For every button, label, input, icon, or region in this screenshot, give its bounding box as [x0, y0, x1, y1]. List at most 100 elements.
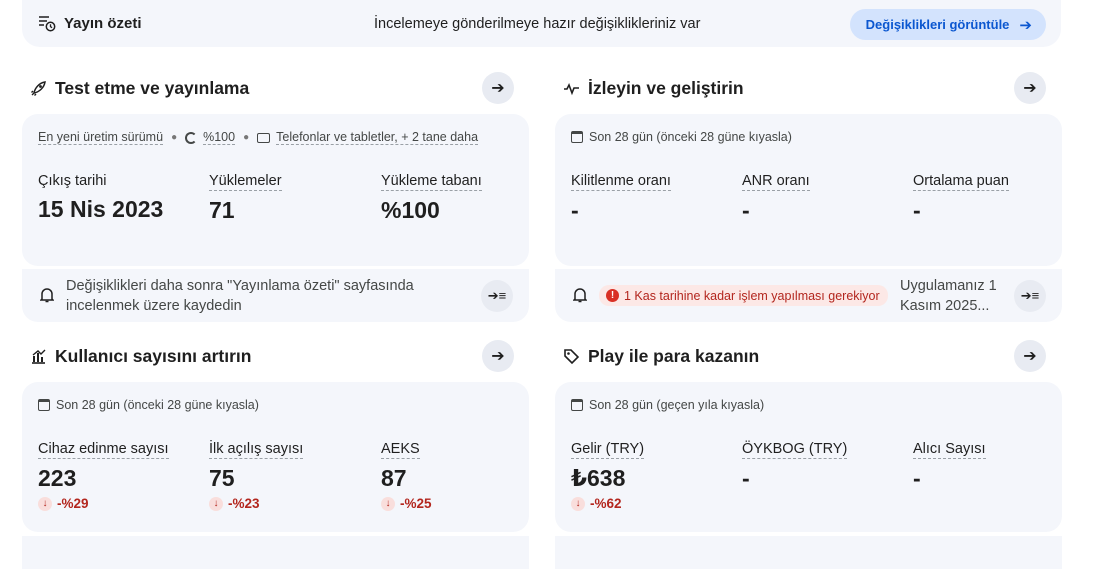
metric-installs: Yüklemeler 71: [209, 172, 282, 224]
metric-value: -: [913, 465, 921, 491]
delta-value: -%25: [400, 496, 432, 511]
devices-icon: [257, 132, 271, 143]
section-header-grow: Kullanıcı sayısını artırın: [30, 346, 251, 367]
grow-card: Son 28 gün (önceki 28 güne kıyasla) Ciha…: [22, 382, 529, 532]
rollout-icon: [185, 131, 198, 144]
metric-label: Çıkış tarihi: [38, 173, 107, 189]
metric-label[interactable]: Yüklemeler: [209, 173, 282, 191]
add-to-summary-button[interactable]: ➔≡: [1014, 280, 1046, 312]
action-required-text: 1 Kas tarihine kadar işlem yapılması ger…: [624, 288, 880, 303]
section-header-test: Test etme ve yayınlama: [30, 78, 249, 99]
metric-release-date: Çıkış tarihi 15 Nis 2023: [38, 172, 163, 223]
section-header-monetize: Play ile para kazanın: [563, 346, 759, 367]
arrow-right-icon: ➔: [1023, 80, 1037, 97]
metric-value: -: [913, 197, 921, 223]
metric-delta: ↓ -%62: [571, 496, 644, 511]
metric-crash-rate: Kilitlenme oranı -: [571, 172, 671, 224]
delta-value: -%29: [57, 496, 89, 511]
metric-aeks: AEKS 87 ↓ -%25: [381, 440, 432, 511]
release-track-link[interactable]: En yeni üretim sürümü: [38, 130, 164, 145]
rocket-icon: [31, 81, 46, 96]
rollout-percent[interactable]: %100: [203, 130, 236, 145]
metric-delta: ↓ -%29: [38, 496, 169, 511]
vitals-icon: [564, 83, 579, 96]
metric-value: %100: [381, 197, 440, 223]
metric-value: 223: [38, 465, 77, 491]
period-meta: Son 28 gün (geçen yıla kıyasla): [571, 398, 764, 412]
open-monitor-section-button[interactable]: ➔: [1014, 72, 1046, 104]
metric-label[interactable]: İlk açılış sayısı: [209, 441, 304, 459]
section-title: Kullanıcı sayısını artırın: [55, 346, 252, 366]
metric-label[interactable]: Alıcı Sayısı: [913, 441, 986, 459]
open-monetize-section-button[interactable]: ➔: [1014, 340, 1046, 372]
metric-value: 75: [209, 465, 235, 491]
monetize-card: Son 28 gün (geçen yıla kıyasla) Gelir (T…: [555, 382, 1062, 532]
section-header-monitor: İzleyin ve geliştirin: [563, 78, 744, 99]
metric-value: 87: [381, 465, 407, 491]
monitor-card: Son 28 gün (önceki 28 güne kıyasla) Kili…: [555, 114, 1062, 266]
arrow-right-icon: ➔: [491, 80, 505, 97]
separator-dot: ●: [171, 132, 178, 143]
banner-message: İncelemeye gönderilmeye hazır değişiklik…: [374, 16, 701, 32]
arrow-right-icon: ➔: [1019, 16, 1032, 34]
metric-label[interactable]: ANR oranı: [742, 173, 810, 191]
calendar-icon: [571, 399, 583, 411]
metric-label[interactable]: ÖYKBOG (TRY): [742, 441, 848, 459]
metric-install-base: Yükleme tabanı %100: [381, 172, 482, 224]
open-grow-section-button[interactable]: ➔: [482, 340, 514, 372]
metric-arppu: ÖYKBOG (TRY) -: [742, 440, 848, 492]
metric-label[interactable]: Kilitlenme oranı: [571, 173, 671, 191]
metric-buyers: Alıcı Sayısı -: [913, 440, 986, 492]
metric-average-rating: Ortalama puan -: [913, 172, 1009, 224]
metric-value: -: [742, 465, 750, 491]
metric-label[interactable]: Cihaz edinme sayısı: [38, 441, 169, 459]
period-meta: Son 28 gün (önceki 28 güne kıyasla): [38, 398, 259, 412]
arrow-down-icon: ↓: [571, 496, 585, 511]
add-to-summary-button[interactable]: ➔≡: [481, 280, 513, 312]
metric-revenue: Gelir (TRY) ₺638 ↓ -%62: [571, 440, 645, 511]
delta-value: -%62: [590, 496, 622, 511]
section-title: Play ile para kazanın: [588, 346, 760, 366]
monitor-card-footer: ! 1 Kas tarihine kadar işlem yapılması g…: [555, 269, 1062, 322]
tag-icon: [564, 349, 580, 365]
release-meta: En yeni üretim sürümü ● %100 ● Telefonla…: [38, 130, 479, 145]
publishing-summary-banner: Yayın özeti İncelemeye gönderilmeye hazı…: [22, 0, 1061, 47]
delta-value: -%23: [228, 496, 260, 511]
metric-label[interactable]: AEKS: [381, 441, 420, 459]
metric-value: -: [742, 197, 750, 223]
publishing-overview-icon: [39, 16, 56, 32]
period-text: Son 28 gün (önceki 28 güne kıyasla): [56, 398, 259, 412]
metric-label[interactable]: Gelir (TRY): [571, 441, 645, 459]
save-for-later-text: Değişiklikleri daha sonra "Yayınlama öze…: [66, 278, 414, 314]
growth-icon: [32, 349, 46, 364]
banner-title: Yayın özeti: [64, 14, 142, 32]
calendar-icon: [571, 131, 583, 143]
arrow-right-icon: ➔: [491, 348, 505, 365]
metric-value: -: [571, 197, 579, 223]
view-changes-button[interactable]: Değişiklikleri görüntüle ➔: [849, 9, 1046, 40]
monetize-card-footer: [555, 536, 1062, 569]
bell-icon: [39, 287, 55, 308]
devices-link[interactable]: Telefonlar ve tabletler, + 2 tane daha: [276, 130, 479, 145]
view-changes-label: Değişiklikleri görüntüle: [865, 17, 1010, 32]
arrow-down-icon: ↓: [209, 496, 223, 511]
metric-device-acquisitions: Cihaz edinme sayısı 223 ↓ -%29: [38, 440, 169, 511]
metric-delta: ↓ -%23: [209, 496, 303, 511]
metric-label[interactable]: Yükleme tabanı: [381, 173, 482, 191]
test-card-footer: Değişiklikleri daha sonra "Yayınlama öze…: [22, 269, 529, 322]
grow-card-footer: [22, 536, 529, 569]
separator-dot: ●: [243, 132, 250, 143]
arrow-to-list-icon: ➔≡: [1020, 288, 1040, 303]
calendar-icon: [38, 399, 50, 411]
metric-label[interactable]: Ortalama puan: [913, 173, 1009, 191]
banner-left: Yayın özeti: [38, 14, 142, 32]
policy-notice-text: Uygulamanız 1 Kasım 2025...: [900, 278, 997, 314]
section-title: İzleyin ve geliştirin: [588, 78, 744, 98]
arrow-down-icon: ↓: [381, 496, 395, 511]
arrow-right-icon: ➔: [1023, 348, 1037, 365]
metric-value: ₺638: [571, 465, 626, 491]
period-text: Son 28 gün (önceki 28 güne kıyasla): [589, 130, 792, 144]
arrow-down-icon: ↓: [38, 496, 52, 511]
open-test-section-button[interactable]: ➔: [482, 72, 514, 104]
period-meta: Son 28 gün (önceki 28 güne kıyasla): [571, 130, 792, 144]
